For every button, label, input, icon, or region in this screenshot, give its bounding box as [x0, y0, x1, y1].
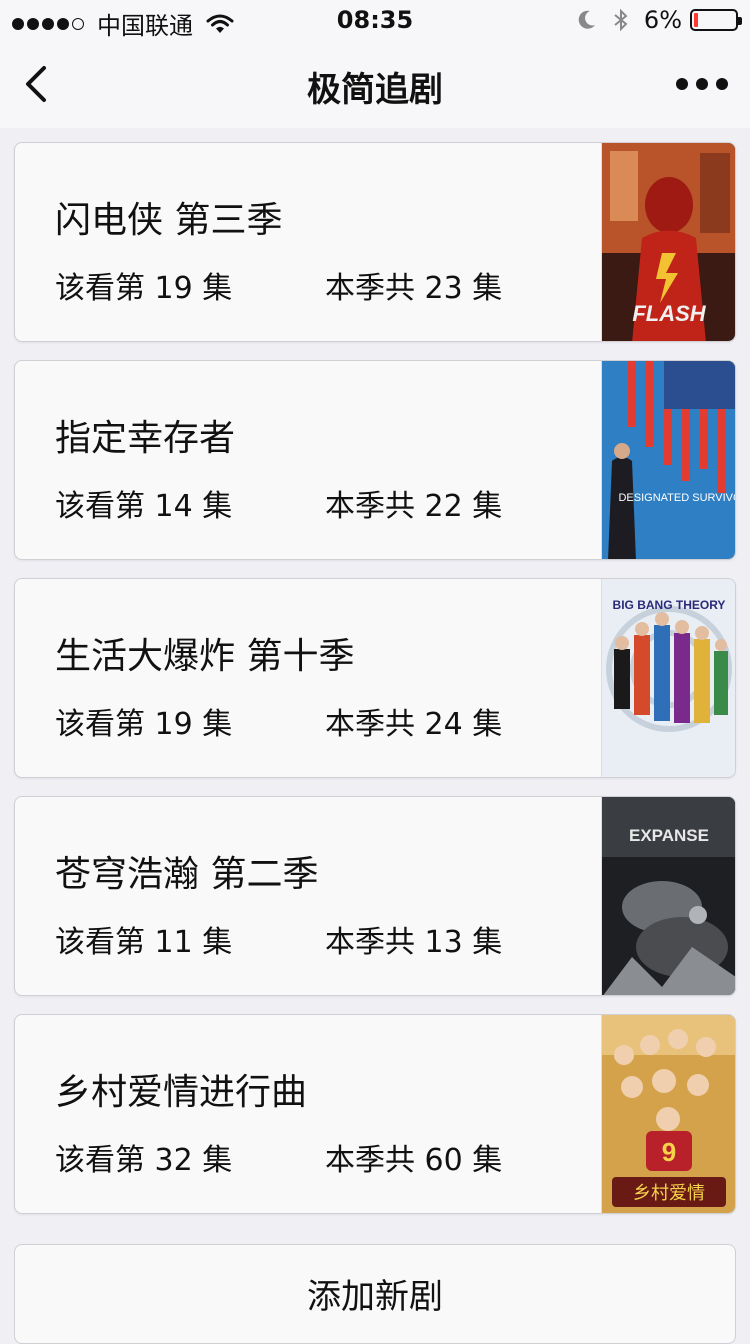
next-episode: 该看第 32 集	[55, 1143, 233, 1178]
show-title: 乡村爱情进行曲	[55, 1072, 308, 1113]
bluetooth-icon	[614, 8, 628, 32]
next-episode: 该看第 19 集	[55, 271, 233, 306]
show-card[interactable]: 闪电侠 第三季 该看第 19 集 本季共 23 集 FLASH	[14, 142, 736, 342]
nav-bar: 极简追剧	[0, 40, 750, 128]
show-card[interactable]: 苍穹浩瀚 第二季 该看第 11 集 本季共 13 集 EXPANSE	[14, 796, 736, 996]
poster-title: DESIGNATED SURVIVOR	[618, 492, 735, 504]
show-poster: 9 乡村爱情	[601, 1015, 735, 1213]
battery-percentage: 6%	[643, 6, 682, 34]
show-card[interactable]: 指定幸存者 该看第 14 集 本季共 22 集 DESIGNATED SURVI…	[14, 360, 736, 560]
more-dot-icon	[676, 78, 688, 90]
next-episode: 该看第 11 集	[55, 925, 233, 960]
next-episode: 该看第 14 集	[55, 489, 233, 524]
more-dot-icon	[696, 78, 708, 90]
more-dot-icon	[716, 78, 728, 90]
show-title: 闪电侠 第三季	[55, 200, 283, 241]
show-card[interactable]: 乡村爱情进行曲 该看第 32 集 本季共 60 集 9 乡村爱情	[14, 1014, 736, 1214]
status-bar: 中国联通 08:35 6%	[0, 0, 750, 40]
total-episodes: 本季共 60 集	[325, 1143, 503, 1178]
poster-title: FLASH	[632, 301, 706, 326]
total-episodes: 本季共 23 集	[325, 271, 503, 306]
total-episodes: 本季共 24 集	[325, 707, 503, 742]
show-title: 生活大爆炸 第十季	[55, 636, 355, 677]
poster-title: EXPANSE	[629, 826, 709, 845]
total-episodes: 本季共 13 集	[325, 925, 503, 960]
show-card[interactable]: 生活大爆炸 第十季 该看第 19 集 本季共 24 集 BIG BANG THE…	[14, 578, 736, 778]
poster-title: 乡村爱情	[633, 1183, 705, 1204]
show-poster: FLASH	[601, 143, 735, 341]
more-options-button[interactable]	[676, 74, 728, 94]
add-show-button[interactable]: 添加新剧	[14, 1244, 736, 1344]
show-list: 闪电侠 第三季 该看第 19 集 本季共 23 集 FLASH 指定幸存者 该看…	[14, 142, 736, 1232]
total-episodes: 本季共 22 集	[325, 489, 503, 524]
show-poster: DESIGNATED SURVIVOR	[601, 361, 735, 559]
show-poster: BIG BANG THEORY	[601, 579, 735, 777]
show-title: 苍穹浩瀚 第二季	[55, 854, 319, 895]
svg-text:9: 9	[662, 1137, 676, 1167]
next-episode: 该看第 19 集	[55, 707, 233, 742]
page-title: 极简追剧	[307, 70, 443, 110]
poster-title: BIG BANG THEORY	[613, 598, 726, 612]
show-poster: EXPANSE	[601, 797, 735, 995]
moon-icon	[578, 10, 595, 29]
battery-icon	[690, 9, 742, 31]
show-title: 指定幸存者	[55, 418, 236, 459]
